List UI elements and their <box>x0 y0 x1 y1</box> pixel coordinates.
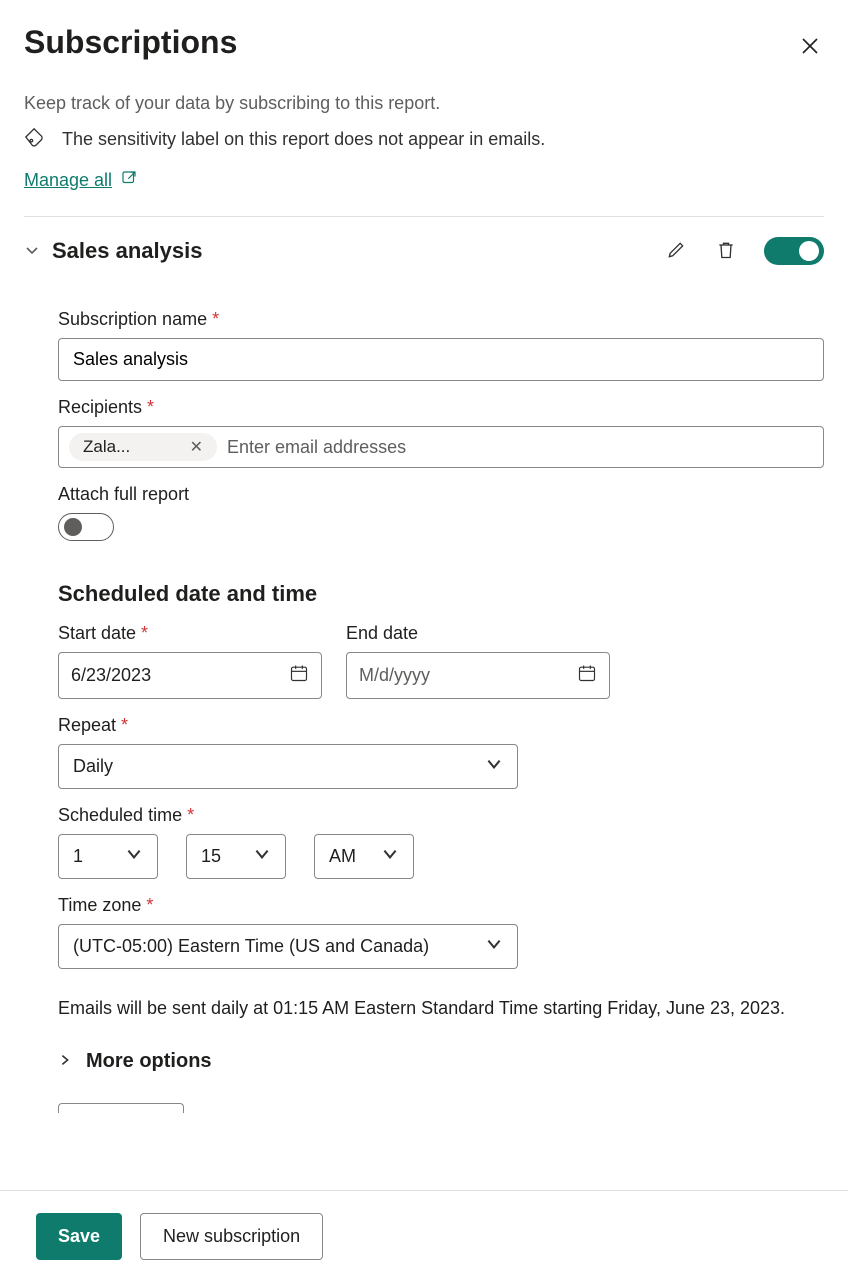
manage-all-label: Manage all <box>24 170 112 191</box>
repeat-value: Daily <box>73 756 113 777</box>
attach-full-report-toggle[interactable] <box>58 513 114 541</box>
minute-value: 15 <box>201 846 221 867</box>
start-date-input[interactable]: 6/23/2023 <box>58 652 322 699</box>
ampm-select[interactable]: AM <box>314 834 414 879</box>
close-button[interactable] <box>796 32 824 63</box>
footer-bar: Save New subscription <box>0 1190 848 1282</box>
recipients-placeholder: Enter email addresses <box>227 437 406 458</box>
save-button[interactable]: Save <box>36 1213 122 1260</box>
chevron-down-icon <box>485 935 503 958</box>
attach-full-report-label: Attach full report <box>58 484 824 505</box>
minute-select[interactable]: 15 <box>186 834 286 879</box>
subscription-title: Sales analysis <box>52 238 202 264</box>
edit-button[interactable] <box>664 238 688 265</box>
open-external-icon <box>120 169 138 192</box>
manage-all-link[interactable]: Manage all <box>24 169 138 208</box>
remove-recipient-icon[interactable]: ✕ <box>190 437 209 457</box>
calendar-icon <box>289 663 309 688</box>
recipients-label: Recipients <box>58 397 824 418</box>
start-date-label: Start date <box>58 623 322 644</box>
repeat-select[interactable]: Daily <box>58 744 518 789</box>
subscription-name-label: Subscription name <box>58 309 824 330</box>
clipped-element <box>58 1103 184 1113</box>
pencil-icon <box>666 248 686 263</box>
timezone-value: (UTC-05:00) Eastern Time (US and Canada) <box>73 936 429 957</box>
sensitivity-note-row: The sensitivity label on this report doe… <box>24 126 824 153</box>
scheduled-time-label: Scheduled time <box>58 805 824 826</box>
sensitivity-note-text: The sensitivity label on this report doe… <box>62 129 545 150</box>
chevron-down-icon <box>485 755 503 778</box>
end-date-placeholder: M/d/yyyy <box>359 665 430 686</box>
recipient-chip-label: Zala... <box>83 437 130 457</box>
chevron-down-icon[interactable] <box>24 242 40 261</box>
subscription-name-input[interactable] <box>58 338 824 381</box>
tag-icon <box>24 126 46 153</box>
hour-select[interactable]: 1 <box>58 834 158 879</box>
subscription-enabled-toggle[interactable] <box>764 237 824 265</box>
recipients-input[interactable]: Zala... ✕ Enter email addresses <box>58 426 824 468</box>
page-title: Subscriptions <box>24 24 237 61</box>
divider <box>24 216 824 217</box>
toggle-knob <box>64 518 82 536</box>
end-date-input[interactable]: M/d/yyyy <box>346 652 610 699</box>
new-subscription-button[interactable]: New subscription <box>140 1213 323 1260</box>
more-options-label: More options <box>86 1050 212 1073</box>
close-icon <box>800 44 820 59</box>
timezone-select[interactable]: (UTC-05:00) Eastern Time (US and Canada) <box>58 924 518 969</box>
hour-value: 1 <box>73 846 83 867</box>
delete-button[interactable] <box>714 238 738 265</box>
ampm-value: AM <box>329 846 356 867</box>
calendar-icon <box>577 663 597 688</box>
end-date-label: End date <box>346 623 610 644</box>
page-subtitle: Keep track of your data by subscribing t… <box>24 93 824 114</box>
chevron-down-icon <box>253 845 271 868</box>
toggle-knob <box>799 241 819 261</box>
chevron-down-icon <box>381 845 399 868</box>
recipient-chip[interactable]: Zala... ✕ <box>69 433 217 461</box>
repeat-label: Repeat <box>58 715 824 736</box>
trash-icon <box>716 248 736 263</box>
timezone-label: Time zone <box>58 895 824 916</box>
schedule-summary: Emails will be sent daily at 01:15 AM Ea… <box>58 995 824 1022</box>
start-date-value: 6/23/2023 <box>71 665 151 686</box>
chevron-down-icon <box>125 845 143 868</box>
schedule-heading: Scheduled date and time <box>58 581 824 607</box>
more-options-toggle[interactable]: More options <box>58 1050 824 1073</box>
chevron-right-icon <box>58 1050 72 1073</box>
